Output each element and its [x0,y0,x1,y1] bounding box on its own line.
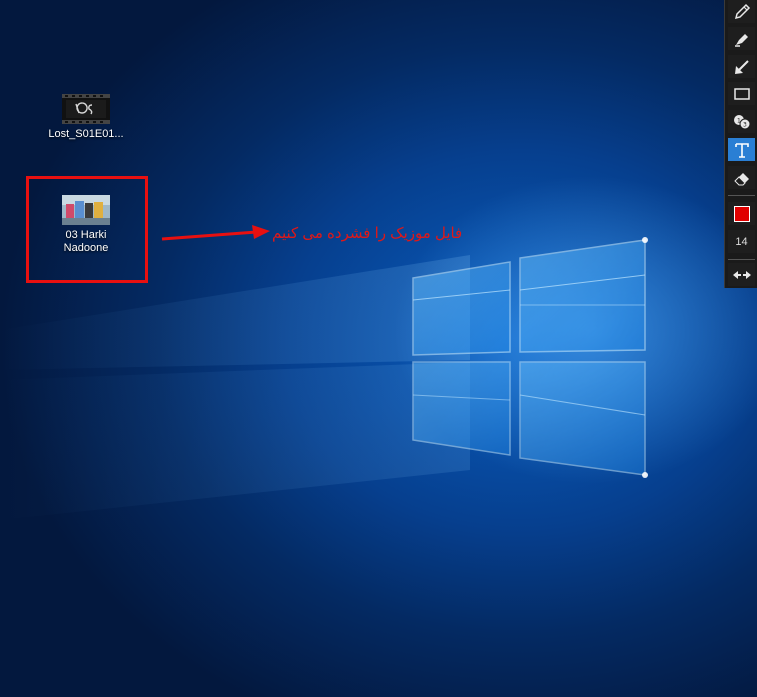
arrow-icon [734,59,749,74]
marker-icon [734,33,748,47]
desktop-background[interactable]: Lost_S01E01... 03 Harki Nadoone فایل موز… [0,0,757,697]
highlight-rectangle [26,176,148,283]
rectangle-icon [733,87,750,100]
toolbar-separator [728,195,755,196]
toolbar-separator [728,259,755,260]
desktop-icon-lost-video[interactable]: Lost_S01E01... [41,94,131,141]
pencil-icon [734,3,750,19]
color-swatch [733,205,750,222]
counter-tool-button[interactable]: 1 3 [728,110,755,133]
marker-tool-button[interactable] [728,27,755,50]
toolbar-move-button[interactable] [728,263,755,286]
text-tool-icon [734,142,749,158]
arrow-tool-button[interactable] [728,55,755,78]
color-picker-button[interactable] [728,202,755,225]
font-size-value: 14 [735,235,748,248]
numbered-circles-icon: 1 3 [733,114,750,129]
eraser-icon [733,172,749,185]
font-size-button[interactable]: 14 [728,230,755,253]
desktop-icon-label: Lost_S01E01... [48,128,124,140]
rectangle-tool-button[interactable] [728,82,755,105]
annotation-text: فایل موزیک را فشرده می کنیم [272,225,463,242]
svg-text:1: 1 [737,117,741,124]
annotation-arrow-icon [161,225,270,241]
move-arrows-icon [732,270,751,279]
pencil-tool-button[interactable] [728,0,755,23]
svg-text:3: 3 [743,121,747,128]
video-file-icon [62,94,110,124]
eraser-tool-button[interactable] [728,166,755,189]
annotation-toolbar: 1 3 14 [724,0,757,288]
text-tool-button[interactable] [728,138,755,161]
